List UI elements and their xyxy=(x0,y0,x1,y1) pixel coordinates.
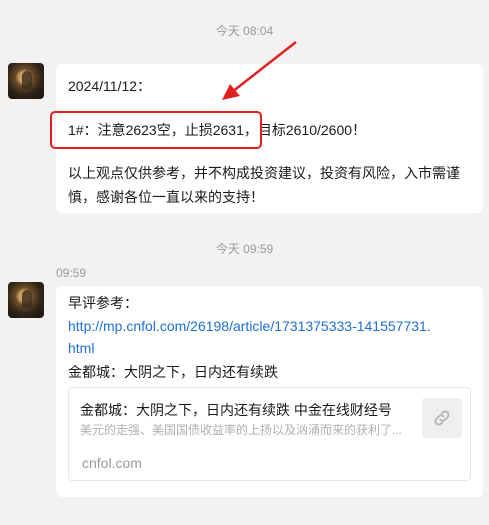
avatar[interactable] xyxy=(8,282,44,318)
sender-time: 09:59 xyxy=(56,266,87,280)
timestamp-1: 今天 08:04 xyxy=(215,24,274,38)
article-link[interactable]: http://mp.cnfol.com/26198/article/173137… xyxy=(68,315,431,337)
card-title: 金都城：大阴之下，日内还有续跌 中金在线财经号 xyxy=(80,402,392,418)
link-icon xyxy=(422,398,462,438)
link-preview-card[interactable]: 金都城：大阴之下，日内还有续跌 中金在线财经号 美元的走强、美国国债收益率的上扬… xyxy=(68,387,471,481)
message-intro: 早评参考： xyxy=(68,295,138,311)
card-source: cnfol.com xyxy=(82,455,142,471)
message-disclaimer: 以上观点仅供参考，并不构成投资建议，投资有风险，入市需谨 慎，感谢各位一直以来的… xyxy=(68,161,473,209)
message-bubble-2: 早评参考： http://mp.cnfol.com/26198/article/… xyxy=(56,286,483,497)
disclaimer-line-2: 慎，感谢各位一直以来的支持！ xyxy=(68,189,264,205)
message-date: 2024/11/12： xyxy=(68,78,152,94)
disclaimer-line-1: 以上观点仅供参考，并不构成投资建议，投资有风险，入市需谨 xyxy=(68,165,460,181)
card-description: 美元的走强、美国国债收益率的上扬以及汹涌而来的获利了... xyxy=(80,423,403,437)
article-link-continued[interactable]: html xyxy=(68,337,94,359)
timestamp-2: 今天 09:59 xyxy=(215,242,274,256)
annotation-highlight-box xyxy=(50,111,262,149)
message-headline: 金都城：大阴之下，日内还有续跌 xyxy=(68,364,278,380)
avatar[interactable] xyxy=(8,63,44,99)
